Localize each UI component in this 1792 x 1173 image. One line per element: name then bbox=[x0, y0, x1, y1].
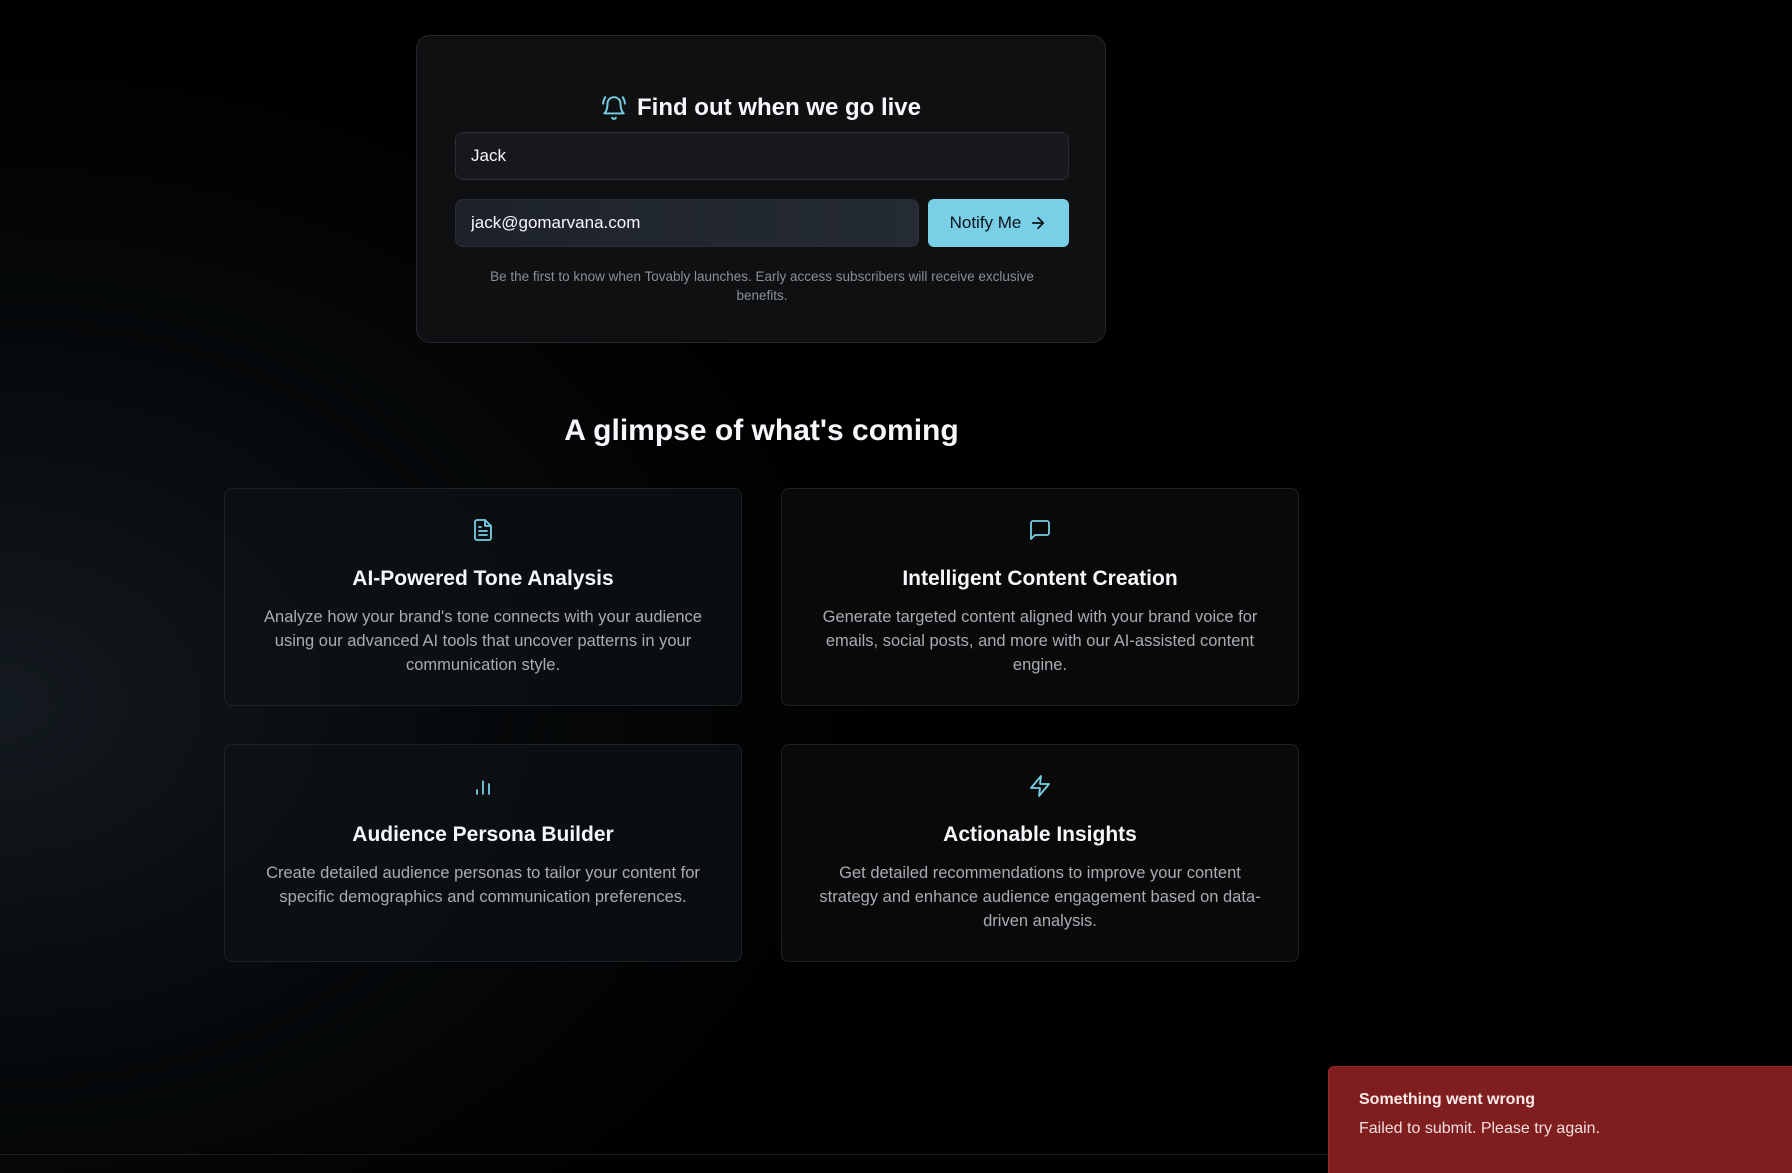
feature-card-persona-builder: Audience Persona Builder Create detailed… bbox=[224, 744, 742, 962]
notify-me-label: Notify Me bbox=[949, 213, 1022, 232]
signup-heading: Find out when we go live bbox=[417, 94, 1105, 122]
document-icon bbox=[471, 518, 495, 542]
arrow-right-icon bbox=[1029, 214, 1047, 232]
feature-card-content-creation: Intelligent Content Creation Generate ta… bbox=[781, 488, 1299, 706]
feature-title: Actionable Insights bbox=[943, 823, 1137, 846]
toast-title: Something went wrong bbox=[1359, 1091, 1535, 1108]
signup-card: Find out when we go live Notify Me Be th… bbox=[416, 35, 1106, 343]
feature-description: Get detailed recommendations to improve … bbox=[819, 864, 1261, 930]
bell-icon bbox=[601, 95, 627, 121]
zap-icon bbox=[1028, 774, 1052, 798]
page: Find out when we go live Notify Me Be th… bbox=[0, 0, 1792, 1173]
feature-description: Create detailed audience personas to tai… bbox=[266, 864, 700, 906]
features-section-title: A glimpse of what's coming bbox=[564, 414, 959, 447]
feature-card-tone-analysis: AI-Powered Tone Analysis Analyze how you… bbox=[224, 488, 742, 706]
feature-card-actionable-insights: Actionable Insights Get detailed recomme… bbox=[781, 744, 1299, 962]
message-square-icon bbox=[1028, 518, 1052, 542]
feature-description: Analyze how your brand's tone connects w… bbox=[264, 608, 702, 674]
notify-me-button[interactable]: Notify Me bbox=[928, 199, 1069, 247]
signup-note: Be the first to know when Tovably launch… bbox=[490, 269, 1034, 303]
toast-message: Failed to submit. Please try again. bbox=[1359, 1120, 1601, 1137]
email-input[interactable] bbox=[455, 199, 919, 247]
error-toast[interactable]: Something went wrong Failed to submit. P… bbox=[1328, 1066, 1792, 1173]
bar-chart-icon bbox=[471, 774, 495, 798]
feature-title: Intelligent Content Creation bbox=[902, 567, 1178, 590]
signup-title: Find out when we go live bbox=[636, 94, 921, 121]
feature-title: AI-Powered Tone Analysis bbox=[352, 567, 614, 590]
name-input[interactable] bbox=[455, 132, 1069, 180]
feature-description: Generate targeted content aligned with y… bbox=[822, 608, 1258, 674]
feature-title: Audience Persona Builder bbox=[352, 823, 614, 846]
